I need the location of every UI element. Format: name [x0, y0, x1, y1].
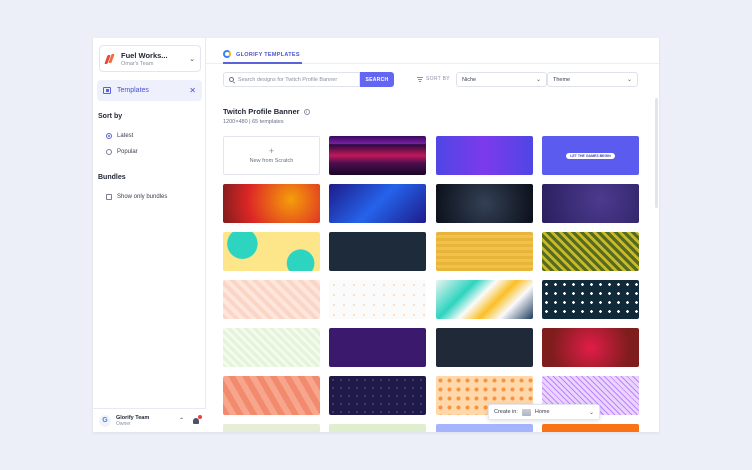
page-title: Twitch Profile Banner i — [223, 107, 310, 116]
theme-select[interactable]: Theme ⌄ — [547, 72, 638, 87]
template-card[interactable] — [223, 232, 320, 271]
template-card[interactable] — [542, 184, 639, 223]
new-from-scratch-label: New from Scratch — [249, 158, 294, 164]
niche-select-value: Niche — [462, 76, 477, 83]
banner-text: LET THE GAMES BEGIN — [566, 152, 615, 159]
team-logo: G — [99, 414, 111, 427]
template-card[interactable] — [542, 280, 639, 319]
template-card[interactable] — [329, 232, 426, 271]
niche-select[interactable]: Niche ⌄ — [456, 72, 547, 87]
home-icon — [521, 408, 531, 416]
checkbox-icon[interactable] — [106, 194, 112, 200]
main-content: GLORIFY TEMPLATES SEARCH SORT BY Niche ⌄… — [206, 38, 659, 432]
tab-glorify-templates[interactable]: GLORIFY TEMPLATES — [223, 48, 302, 64]
sort-by-title: Sort by — [98, 113, 123, 120]
chevron-down-icon: ⌄ — [626, 77, 632, 83]
sort-option-latest[interactable]: Latest — [106, 133, 133, 139]
template-card[interactable] — [223, 280, 320, 319]
radio-icon[interactable] — [106, 149, 112, 155]
template-card[interactable] — [329, 184, 426, 223]
template-card[interactable]: LET THE GAMES BEGIN — [542, 136, 639, 175]
theme-select-value: Theme — [553, 76, 571, 83]
sort-option-label: Latest — [117, 133, 134, 139]
page-subtitle: 1200×480 | 65 templates — [223, 119, 284, 125]
bell-icon[interactable] — [192, 414, 202, 425]
sort-icon — [417, 76, 423, 82]
sort-by-label: SORT BY — [417, 76, 450, 82]
show-only-bundles-checkbox[interactable]: Show only bundles — [106, 194, 167, 200]
team-text: Glorify Team Owner — [116, 415, 179, 427]
scrollbar[interactable] — [655, 98, 658, 208]
template-card[interactable] — [436, 136, 533, 175]
chevron-up-icon[interactable]: ⌃ — [179, 417, 184, 424]
template-card[interactable] — [436, 280, 533, 319]
create-in-value: Home — [534, 409, 550, 415]
glorify-logo-icon — [223, 50, 231, 58]
page-title-text: Twitch Profile Banner — [223, 107, 300, 116]
template-card[interactable] — [329, 424, 426, 432]
workspace-text: Fuel Works... Omar's Team — [121, 51, 189, 67]
template-card[interactable] — [542, 424, 639, 432]
template-card[interactable] — [223, 424, 320, 432]
template-card[interactable] — [223, 328, 320, 367]
sort-by-text: SORT BY — [426, 76, 450, 82]
checkbox-label: Show only bundles — [117, 194, 168, 200]
folder-icon — [103, 87, 111, 94]
new-from-scratch-card[interactable]: + New from Scratch — [223, 136, 320, 175]
chevron-down-icon: ⌄ — [588, 409, 594, 416]
template-card[interactable] — [436, 232, 533, 271]
workspace-name: Fuel Works... — [121, 50, 168, 60]
sort-option-popular[interactable]: Popular — [106, 149, 138, 155]
template-card[interactable] — [436, 328, 533, 367]
bundles-title: Bundles — [98, 174, 126, 181]
workspace-subtitle: Omar's Team — [121, 60, 154, 67]
template-card[interactable] — [329, 280, 426, 319]
search-icon — [229, 77, 234, 82]
template-card[interactable] — [223, 376, 320, 415]
tab-label: GLORIFY TEMPLATES — [236, 52, 300, 58]
create-in-selector[interactable]: Create in: Home ⌄ — [488, 404, 600, 420]
create-in-label: Create in: — [494, 409, 518, 415]
search-button[interactable]: SEARCH — [360, 72, 394, 87]
template-card[interactable] — [542, 328, 639, 367]
template-card[interactable] — [329, 376, 426, 415]
chevron-down-icon: ⌄ — [535, 77, 541, 83]
sidebar-item-templates[interactable]: Templates ✕ — [97, 80, 202, 101]
plus-icon: + — [268, 146, 275, 156]
template-card[interactable] — [223, 184, 320, 223]
info-icon[interactable]: i — [303, 108, 310, 115]
template-card[interactable] — [542, 232, 639, 271]
close-icon[interactable]: ✕ — [189, 86, 196, 95]
tab-bar: GLORIFY TEMPLATES — [206, 38, 659, 64]
radio-selected-icon[interactable] — [106, 133, 112, 139]
sort-option-label: Popular — [117, 149, 138, 155]
workspace-switcher[interactable]: Fuel Works... Omar's Team ⌄ — [99, 45, 201, 72]
template-card[interactable] — [329, 136, 426, 175]
team-switcher[interactable]: G Glorify Team Owner ⌃ — [93, 408, 206, 432]
workspace-logo-icon — [104, 53, 115, 65]
template-card[interactable] — [436, 184, 533, 223]
sidebar: Fuel Works... Omar's Team ⌄ Templates ✕ … — [93, 38, 206, 432]
template-card[interactable] — [329, 328, 426, 367]
search-field[interactable] — [223, 72, 360, 87]
template-card[interactable] — [436, 424, 533, 432]
chevron-down-icon: ⌄ — [189, 55, 195, 63]
app-window: Fuel Works... Omar's Team ⌄ Templates ✕ … — [93, 38, 659, 432]
sidebar-item-label: Templates — [117, 87, 149, 94]
search-input[interactable] — [237, 76, 354, 83]
team-role: Owner — [116, 420, 131, 427]
